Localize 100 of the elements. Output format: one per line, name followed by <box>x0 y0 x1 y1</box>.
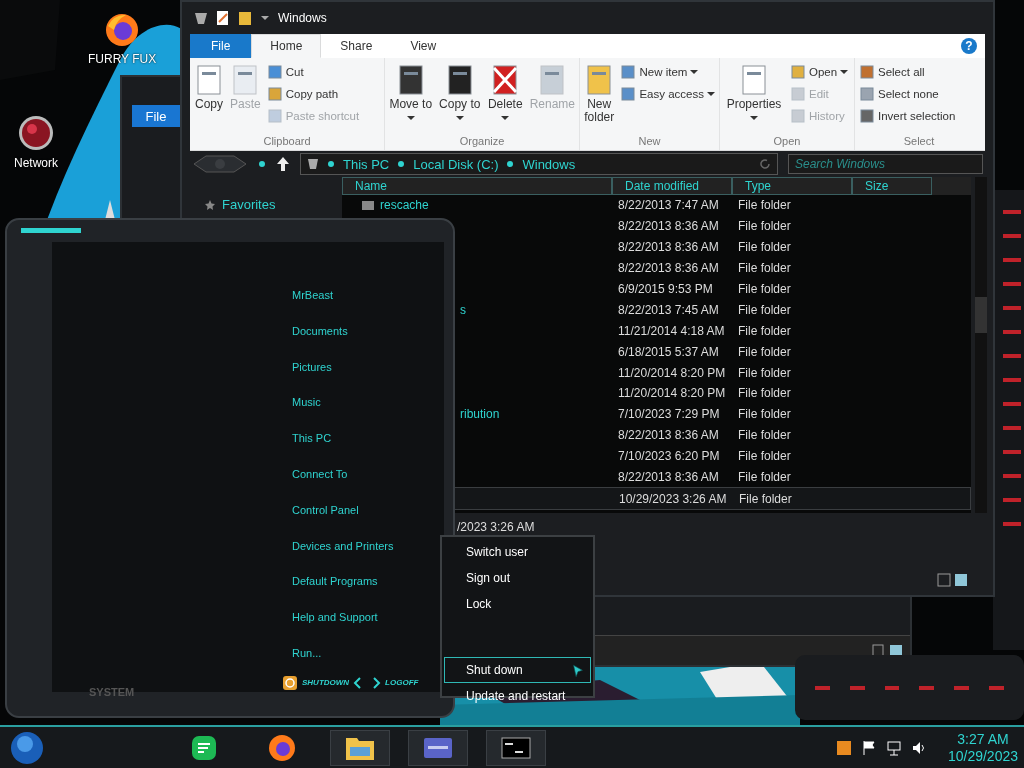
browser-icon <box>268 733 296 762</box>
table-cell: File folder <box>738 261 791 276</box>
ribbon-button[interactable]: Select all <box>857 62 958 82</box>
caret-icon <box>455 115 464 121</box>
column-header[interactable]: Date modified <box>612 177 732 195</box>
group-label: Select <box>902 135 936 149</box>
window-title: Windows <box>278 11 327 25</box>
table-cell: File folder <box>738 198 791 213</box>
details-text: /2023 3:26 AM <box>457 520 535 534</box>
search-field[interactable]: Search Windows <box>788 154 983 174</box>
card-icon <box>423 736 453 759</box>
start-menu-item[interactable]: This PC <box>292 432 444 468</box>
ribbon-button[interactable]: Move to <box>387 62 435 126</box>
taskbar-button[interactable] <box>330 729 390 766</box>
ribbon-button[interactable]: New folder <box>582 62 617 126</box>
clock-date[interactable]: 10/29/2023 <box>947 747 1018 765</box>
flag-icon[interactable] <box>861 739 876 756</box>
start-menu-item[interactable]: Documents <box>292 324 444 361</box>
table-cell: File folder <box>738 344 791 359</box>
ribbon-button[interactable]: Copy path <box>264 84 362 104</box>
start-menu-item[interactable]: Control Panel <box>292 503 444 540</box>
table-cell: File folder <box>738 470 791 484</box>
ribbon-tab[interactable]: Home <box>251 34 322 58</box>
start-orb-icon[interactable] <box>10 730 44 765</box>
ribbon-tab[interactable]: File <box>190 34 252 58</box>
chevrons-icon[interactable] <box>353 676 382 689</box>
caret-icon <box>501 115 510 121</box>
ribbon-button[interactable]: New item <box>618 62 717 82</box>
start-menu-item[interactable]: Default Programs <box>292 575 444 612</box>
up-arrow-icon[interactable] <box>276 156 290 172</box>
logoff-button[interactable]: LOGOFF <box>385 678 419 688</box>
taskbar-button[interactable] <box>408 729 468 766</box>
ribbon-button[interactable]: Copy <box>192 62 226 113</box>
menu-item[interactable]: Lock <box>444 591 591 617</box>
column-header[interactable]: Size <box>852 177 932 195</box>
ribbon-button[interactable]: Invert selection <box>857 106 958 126</box>
start-menu-item[interactable]: Connect To <box>292 468 444 504</box>
column-header[interactable]: Name <box>342 177 612 195</box>
app-icon[interactable] <box>194 11 208 25</box>
group-label: Organize <box>458 135 506 149</box>
ribbon-button[interactable]: Properties <box>722 62 786 126</box>
star-icon <box>204 198 216 211</box>
desktop-icon-label[interactable]: Network <box>14 156 58 170</box>
ribbon-button[interactable]: Copy to <box>436 62 483 126</box>
breadcrumb[interactable]: This PC <box>343 156 390 172</box>
dot-icon <box>397 160 406 168</box>
ribbon-button[interactable]: Open <box>788 62 851 82</box>
table-cell: 8/22/2013 8:36 AM <box>618 470 719 484</box>
file-name[interactable]: ribution <box>460 407 500 422</box>
refresh-icon[interactable] <box>759 158 771 170</box>
nav-item[interactable]: Favorites <box>222 197 276 212</box>
view-icon[interactable] <box>937 573 969 587</box>
start-menu-item[interactable]: Help and Support <box>292 611 444 647</box>
shutdown-button[interactable]: SHUTDOWN <box>302 678 350 688</box>
breadcrumb[interactable]: Local Disk (C:) <box>413 156 499 172</box>
table-cell: File folder <box>738 386 791 401</box>
start-menu-item[interactable]: MrBeast <box>292 289 444 325</box>
browser-icon[interactable] <box>104 12 141 48</box>
dot-icon <box>327 160 335 168</box>
caret-icon <box>750 115 758 121</box>
file-tab[interactable]: File <box>132 105 180 127</box>
breadcrumb[interactable]: Windows <box>522 156 576 172</box>
ribbon-button[interactable]: Easy access <box>618 84 717 104</box>
menu-item[interactable]: Update and restart <box>444 683 591 709</box>
help-button[interactable]: ? <box>961 38 977 54</box>
properties-icon <box>739 64 769 96</box>
table-cell: 8/22/2013 7:45 AM <box>618 302 719 317</box>
globe-icon[interactable] <box>17 114 55 152</box>
document-icon[interactable] <box>216 10 230 26</box>
folder-icon <box>362 200 374 211</box>
address-bar[interactable]: This PC Local Disk (C:) Windows <box>300 153 778 175</box>
clock-time[interactable]: 3:27 AM <box>957 730 1009 748</box>
tray-icon[interactable] <box>835 739 852 756</box>
column-header[interactable]: Type <box>732 177 852 195</box>
table-cell: File folder <box>738 323 791 338</box>
power-icon[interactable] <box>282 674 298 691</box>
network-icon[interactable] <box>885 739 902 756</box>
table-cell: 6/18/2015 5:37 AM <box>618 344 719 359</box>
table-cell: 8/22/2013 8:36 AM <box>618 240 719 255</box>
start-menu-item[interactable]: Music <box>292 396 444 433</box>
menu-item[interactable]: Shut down <box>444 657 591 683</box>
scrollbar[interactable] <box>975 177 987 513</box>
table-cell: 11/21/2014 4:18 AM <box>618 323 725 338</box>
caret-icon[interactable] <box>260 14 270 22</box>
file-name[interactable]: s <box>460 302 466 317</box>
table-cell: 10/29/2023 3:26 AM <box>619 491 727 506</box>
menu-item[interactable]: Switch user <box>444 539 591 565</box>
table-cell: 8/22/2013 8:36 AM <box>618 261 719 276</box>
caret-icon <box>707 91 715 97</box>
file-name[interactable]: rescache <box>380 198 429 213</box>
table-cell: File folder <box>739 491 792 506</box>
table-cell: File folder <box>738 365 791 380</box>
ribbon-button[interactable]: Delete <box>484 62 526 126</box>
start-menu-item[interactable]: Pictures <box>292 360 444 397</box>
folder-icon[interactable] <box>238 10 252 26</box>
start-menu-item[interactable]: Devices and Printers <box>292 539 444 576</box>
menu-item[interactable]: Sign out <box>444 565 591 591</box>
ribbon-button[interactable]: Select none <box>857 84 958 104</box>
ribbon-button[interactable]: Cut <box>264 62 362 82</box>
table-cell: 11/20/2014 8:20 PM <box>618 365 726 380</box>
